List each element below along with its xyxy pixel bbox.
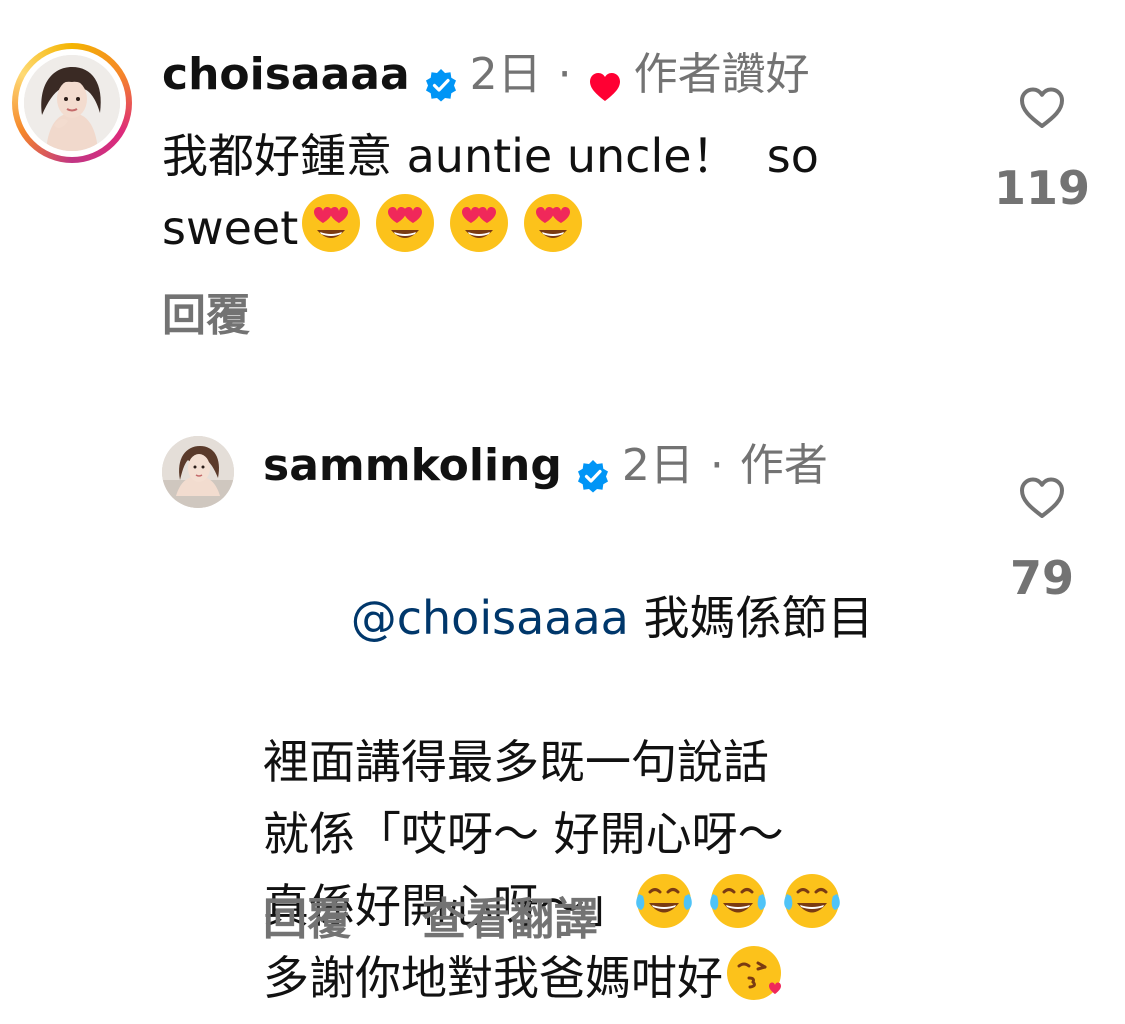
tears-of-joy-emoji-icon [781, 870, 843, 932]
like-count: 119 [993, 161, 1091, 215]
heart-eyes-emoji-icon [300, 192, 362, 254]
like-column: 119 [982, 86, 1102, 216]
author-liked-heart-icon [588, 59, 622, 101]
comment-text-fragment: 多謝你地對我爸媽咁好 [263, 951, 723, 1005]
kissing-heart-emoji-icon [725, 942, 787, 1004]
comment-choisaaaa: choisaaaa 2日 · 作者讚好 我都好鍾意 auntie uncle！ … [0, 0, 1125, 380]
comment-text-line: @choisaaaa 我媽係節目 [263, 510, 963, 726]
author-tag: 作者 [739, 440, 828, 491]
verified-badge-icon [424, 58, 458, 102]
comment-timestamp: 2日 [621, 440, 694, 491]
comment-text-line: 我都好鍾意 auntie uncle！ so [162, 129, 819, 183]
meta-separator: · [709, 440, 724, 491]
comment-text-line: sweet [162, 192, 962, 264]
author-liked-label: 作者讚好 [633, 49, 810, 100]
avatar-choisaaaa[interactable] [24, 55, 120, 151]
like-column: 79 [982, 476, 1102, 606]
see-translation-button[interactable]: 查看翻譯 [422, 890, 598, 950]
comment-header: sammkoling 2日 · 作者 [263, 436, 828, 496]
comment-body: @choisaaaa 我媽係節目 裡面講得最多既一句說話 就係「哎呀～ 好開心呀… [263, 510, 963, 1014]
username-link[interactable]: sammkoling [263, 436, 562, 496]
heart-eyes-emoji-icon [448, 192, 510, 254]
username-link[interactable]: choisaaaa [162, 45, 410, 105]
comment-text-line: 真係好開心呀～」 [263, 870, 963, 942]
comment-body: 我都好鍾意 auntie uncle！ so sweet [162, 120, 962, 264]
tears-of-joy-emoji-icon [633, 870, 695, 932]
reply-button[interactable]: 回覆 [263, 890, 351, 950]
avatar-sammkoling[interactable] [162, 436, 234, 508]
like-count: 79 [1009, 551, 1074, 605]
avatar-ring-gap [18, 49, 126, 157]
mention-link[interactable]: @choisaaaa [351, 591, 629, 645]
heart-eyes-emoji-icon [522, 192, 584, 254]
verified-badge-icon [576, 449, 610, 493]
tears-of-joy-emoji-icon [707, 870, 769, 932]
like-heart-icon[interactable] [1018, 476, 1066, 520]
comment-text-line: 就係「哎呀～ 好開心呀～ [263, 807, 784, 861]
like-heart-icon[interactable] [1018, 86, 1066, 130]
comment-header: choisaaaa 2日 · 作者讚好 [162, 45, 810, 105]
comment-sammkoling: sammkoling 2日 · 作者 @choisaaaa 我媽係節目 裡面講得… [0, 380, 1125, 1005]
reply-button[interactable]: 回覆 [162, 286, 250, 346]
avatar-story-ring[interactable] [12, 43, 132, 163]
comment-timestamp: 2日 [469, 49, 542, 100]
meta-separator: · [557, 49, 572, 100]
comment-text-line: 多謝你地對我爸媽咁好 [263, 942, 963, 1014]
comment-text-fragment: sweet [162, 201, 299, 255]
comment-text-line: 裡面講得最多既一句說話 [263, 735, 769, 789]
comment-text-fragment: 我媽係節目 [628, 591, 874, 645]
heart-eyes-emoji-icon [374, 192, 436, 254]
